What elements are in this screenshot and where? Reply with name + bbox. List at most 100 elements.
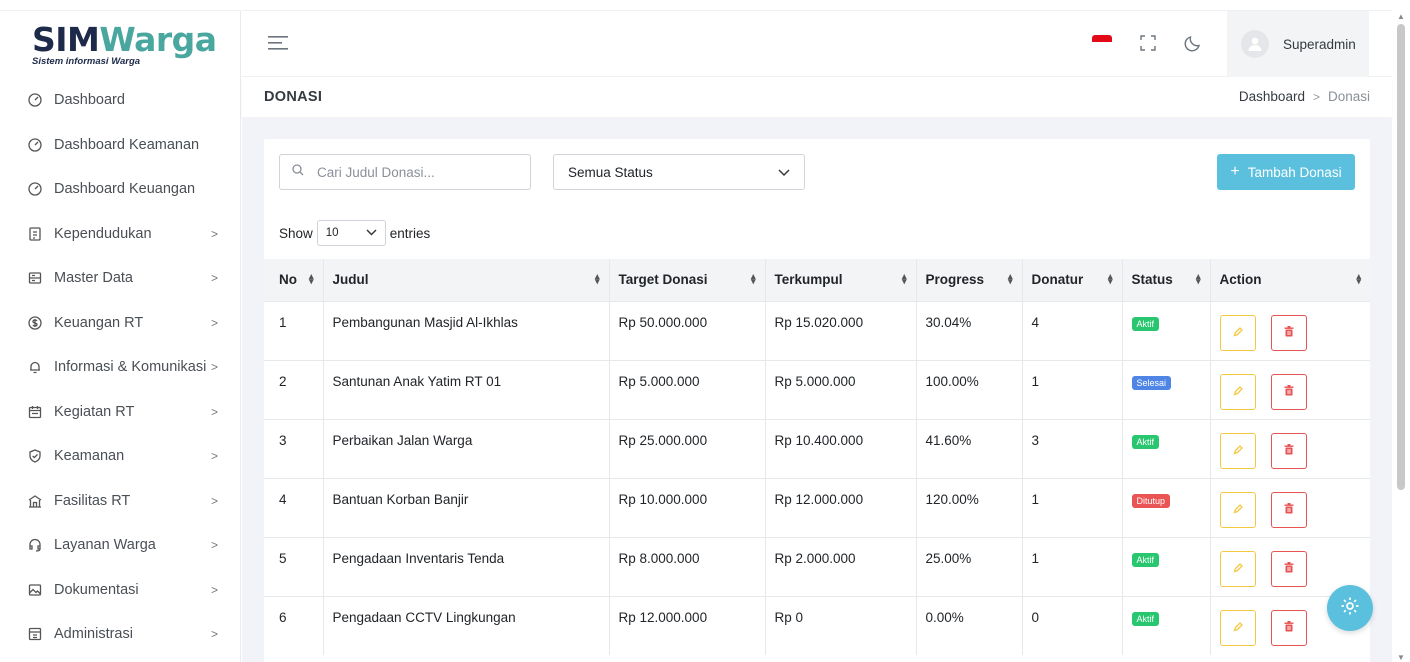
column-header-target-donasi[interactable]: Target Donasi ▴ ▾ xyxy=(609,259,766,301)
table-row: 1 Pembangunan Masjid Al-Ikhlas Rp 50.000.0… xyxy=(264,300,1370,360)
status-badge: Selesai xyxy=(1131,375,1172,390)
breadcrumb-current: Donasi xyxy=(1327,89,1370,104)
scroll-up-arrow-icon[interactable]: ▲ xyxy=(1397,12,1405,21)
language-flag-icon[interactable] xyxy=(1092,35,1112,49)
delete-button[interactable] xyxy=(1270,314,1307,351)
delete-button[interactable] xyxy=(1270,432,1307,469)
sort-icon: ▴ ▾ xyxy=(594,271,600,286)
cell-judul: Pengadaan CCTV Lingkungan xyxy=(323,595,610,655)
column-header-label: Target Donasi xyxy=(618,272,708,288)
sidebar-item-dokumentasi[interactable]: Dokumentasi > xyxy=(0,568,240,613)
brand-logo[interactable]: SIMWarga Sistem informasi Warga xyxy=(0,11,240,78)
table-row: 3 Perbaikan Jalan Warga Rp 25.000.000 Rp 10… xyxy=(264,418,1370,478)
search-box[interactable] xyxy=(279,154,531,190)
cell-donatur: 0 xyxy=(1022,595,1123,655)
entries-value: 10 xyxy=(325,227,339,239)
column-header-no[interactable]: No ▴ ▾ xyxy=(264,259,324,301)
cell-target: Rp 12.000.000 xyxy=(609,595,766,655)
donation-table: No ▴ ▾ Judul ▴ ▾ Target Donasi ▴ ▾ Terkumpul ▴ ▾ Pro… xyxy=(264,259,1370,655)
cell-target: Rp 8.000.000 xyxy=(609,536,766,596)
dark-mode-icon[interactable] xyxy=(1184,34,1202,57)
scroll-down-arrow-icon[interactable]: ▼ xyxy=(1397,653,1405,662)
entries-label: entries xyxy=(389,225,431,241)
sidebar-item-label: Master Data xyxy=(54,270,133,287)
sort-icon: ▴ ▾ xyxy=(1107,271,1113,286)
page-scrollbar[interactable]: ▲ ▼ xyxy=(1393,10,1410,662)
edit-button[interactable] xyxy=(1219,491,1256,528)
scrollbar-thumb[interactable] xyxy=(1397,24,1405,490)
fullscreen-icon[interactable] xyxy=(1140,35,1156,56)
sidebar-item-fasilitas-rt[interactable]: Fasilitas RT > xyxy=(0,479,240,524)
cell-progress: 41.60% xyxy=(916,418,1023,478)
user-menu[interactable]: Superadmin xyxy=(1227,11,1369,77)
dashboard-icon xyxy=(28,182,42,196)
column-header-terkumpul[interactable]: Terkumpul ▴ ▾ xyxy=(765,259,917,301)
breadcrumb-separator: > xyxy=(1312,90,1320,104)
sidebar-item-layanan-warga[interactable]: Layanan Warga > xyxy=(0,523,240,568)
edit-button[interactable] xyxy=(1219,609,1256,646)
sidebar-nav: Dashboard Dashboard Keamanan Dashboard Keu… xyxy=(0,78,240,657)
cell-donatur: 1 xyxy=(1022,477,1123,537)
sidebar-item-dashboard[interactable]: Dashboard xyxy=(0,78,240,123)
cell-judul-text: Bantuan Korban Banjir xyxy=(332,491,469,507)
column-header-label: Judul xyxy=(332,272,369,288)
trash-icon xyxy=(1284,561,1294,576)
column-header-label: Status xyxy=(1131,272,1173,288)
settings-fab[interactable] xyxy=(1327,585,1373,631)
sidebar-item-dashboard-keuangan[interactable]: Dashboard Keuangan xyxy=(0,167,240,212)
sidebar-item-informasi-komunikasi[interactable]: Informasi & Komunikasi > xyxy=(0,345,240,390)
column-header-action[interactable]: Action ▴ ▾ xyxy=(1210,259,1370,301)
cell-terkumpul-text: Rp 15.020.000 xyxy=(774,314,864,330)
trash-icon xyxy=(1284,384,1294,399)
cell-progress: 30.04% xyxy=(916,300,1023,360)
trash-icon xyxy=(1284,620,1294,635)
cell-no-text: 4 xyxy=(279,491,287,507)
sidebar-item-kependudukan[interactable]: Kependudukan > xyxy=(0,212,240,257)
search-input[interactable] xyxy=(317,164,517,180)
edit-button[interactable] xyxy=(1219,314,1256,351)
sidebar-item-kegiatan-rt[interactable]: Kegiatan RT > xyxy=(0,390,240,435)
cell-donatur-text: 1 xyxy=(1031,550,1040,566)
sidebar-item-keamanan[interactable]: Keamanan > xyxy=(0,434,240,479)
column-header-status[interactable]: Status ▴ ▾ xyxy=(1122,259,1211,301)
sidebar-item-keuangan-rt[interactable]: Keuangan RT > xyxy=(0,301,240,346)
cell-status: Selesai xyxy=(1122,359,1211,419)
cell-terkumpul-text: Rp 2.000.000 xyxy=(774,550,856,566)
cell-judul: Santunan Anak Yatim RT 01 xyxy=(323,359,610,419)
sidebar-item-master-data[interactable]: Master Data > xyxy=(0,256,240,301)
cell-terkumpul-text: Rp 0 xyxy=(774,609,804,625)
table-body: 1 Pembangunan Masjid Al-Ikhlas Rp 50.000.0… xyxy=(264,300,1370,655)
column-header-progress[interactable]: Progress ▴ ▾ xyxy=(916,259,1023,301)
breadcrumb-dashboard[interactable]: Dashboard xyxy=(1239,89,1305,104)
archive-icon xyxy=(28,627,42,641)
menu-toggle-icon[interactable] xyxy=(267,35,289,56)
column-header-donatur[interactable]: Donatur ▴ ▾ xyxy=(1022,259,1123,301)
sidebar-item-administrasi[interactable]: Administrasi > xyxy=(0,612,240,657)
sidebar-item-label: Dashboard Keuangan xyxy=(54,181,196,198)
chevron-right-icon: > xyxy=(210,315,218,330)
add-donation-button[interactable]: + Tambah Donasi xyxy=(1217,154,1355,190)
status-badge: Aktif xyxy=(1131,316,1160,331)
edit-button[interactable] xyxy=(1219,373,1256,410)
chevron-right-icon: > xyxy=(210,582,218,597)
delete-button[interactable] xyxy=(1270,373,1307,410)
edit-button[interactable] xyxy=(1219,550,1256,587)
status-filter-select[interactable]: Semua Status xyxy=(553,154,805,190)
sidebar-item-dashboard-keamanan[interactable]: Dashboard Keamanan xyxy=(0,123,240,168)
cell-progress: 100.00% xyxy=(916,359,1023,419)
show-label: Show xyxy=(279,225,313,241)
main-content: Semua Status + Tambah Donasi Show 10 ent… xyxy=(242,118,1392,662)
sidebar-item-label: Fasilitas RT xyxy=(54,492,131,509)
chevron-down-icon xyxy=(778,165,790,180)
edit-button[interactable] xyxy=(1219,432,1256,469)
chevron-down-icon xyxy=(366,227,377,239)
sidebar-item-label: Informasi & Komunikasi xyxy=(54,359,207,376)
delete-button[interactable] xyxy=(1270,609,1307,646)
delete-button[interactable] xyxy=(1270,550,1307,587)
column-header-judul[interactable]: Judul ▴ ▾ xyxy=(323,259,610,301)
entries-select[interactable]: 10 xyxy=(316,220,386,246)
cell-donatur-text: 1 xyxy=(1031,491,1040,507)
sort-icon: ▴ ▾ xyxy=(1195,271,1201,286)
delete-button[interactable] xyxy=(1270,491,1307,528)
cell-no-text: 2 xyxy=(279,373,287,389)
